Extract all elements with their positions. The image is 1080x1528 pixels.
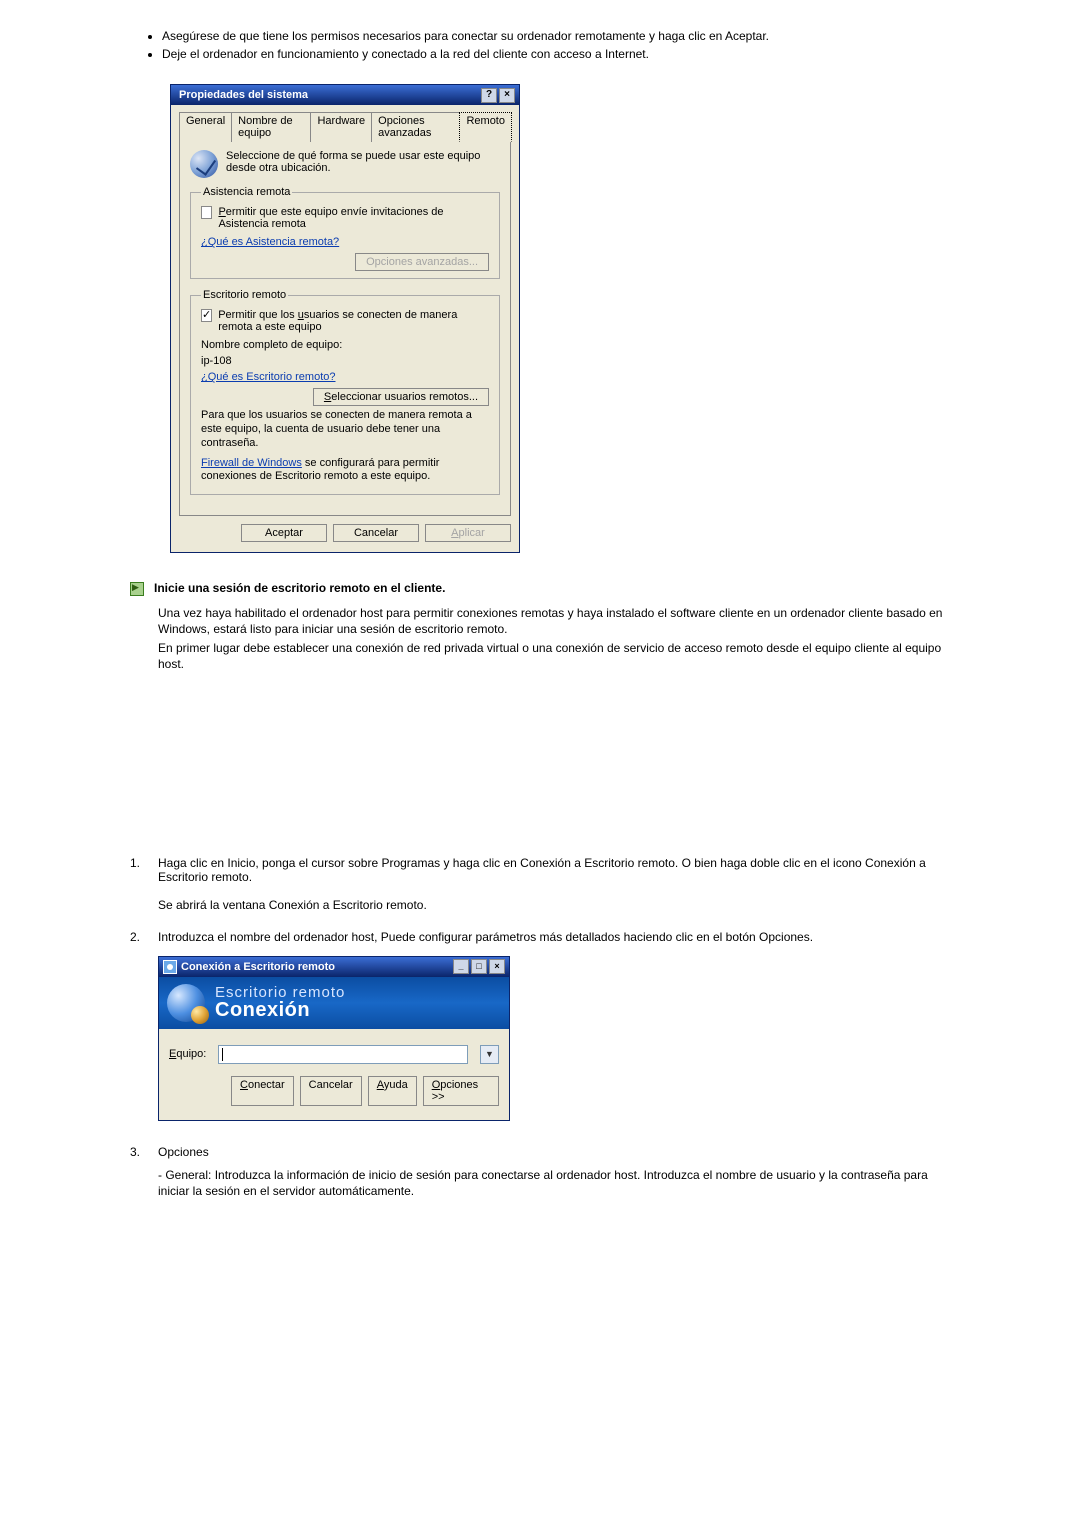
- remote-desktop-firewall-note: Firewall de Windows se configurará para …: [201, 457, 489, 485]
- rdp-banner-line1: Escritorio remoto: [215, 985, 345, 1001]
- section2-para1: Una vez haya habilitado el ordenador hos…: [158, 605, 950, 637]
- close-icon[interactable]: ×: [499, 88, 515, 103]
- sysprop-title: Propiedades del sistema: [175, 89, 479, 101]
- computer-field-label: Equipo:: [169, 1048, 206, 1060]
- rdp-banner: Escritorio remoto Conexión: [159, 977, 509, 1029]
- rdp-app-icon: [163, 960, 177, 974]
- tab-hardware[interactable]: Hardware: [310, 112, 372, 142]
- full-computer-name-value: ip-108: [201, 355, 489, 367]
- help-icon[interactable]: ?: [481, 88, 497, 103]
- remote-desktop-legend: Escritorio remoto: [201, 289, 288, 301]
- tab-remote[interactable]: Remoto: [459, 112, 512, 142]
- help-button[interactable]: Ayuda: [368, 1076, 417, 1106]
- intro-bullet-1: Asegúrese de que tiene los permisos nece…: [162, 28, 950, 44]
- remote-desktop-password-note: Para que los usuarios se conecten de man…: [201, 409, 489, 450]
- minimize-icon[interactable]: _: [453, 959, 469, 974]
- computer-field-dropdown-icon[interactable]: ▼: [480, 1045, 499, 1064]
- remote-assistance-group: Asistencia remota Permitir que este equi…: [190, 186, 500, 279]
- computer-field-input[interactable]: [218, 1045, 468, 1064]
- intro-bullet-2: Deje el ordenador en funcionamiento y co…: [162, 46, 950, 62]
- sysprop-tabs: General Nombre de equipo Hardware Opcion…: [179, 111, 511, 141]
- step-1-text-a: Haga clic en Inicio, ponga el cursor sob…: [158, 856, 950, 884]
- section2-para2: En primer lugar debe establecer una cone…: [158, 640, 950, 672]
- what-is-remote-assistance-link[interactable]: ¿Qué es Asistencia remota?: [201, 236, 339, 248]
- step-1-text-b: Se abrirá la ventana Conexión a Escritor…: [158, 898, 950, 912]
- apply-button: Aplicar: [425, 524, 511, 542]
- step-1-number: 1.: [130, 856, 158, 912]
- advanced-options-button: Opciones avanzadas...: [355, 253, 489, 271]
- tab-general[interactable]: General: [179, 112, 232, 142]
- rdp-title-text: Conexión a Escritorio remoto: [181, 961, 451, 973]
- step-1: 1. Haga clic en Inicio, ponga el cursor …: [130, 856, 950, 912]
- rdp-banner-line2: Conexión: [215, 1000, 345, 1021]
- maximize-icon[interactable]: □: [471, 959, 487, 974]
- intro-bullet-list: Asegúrese de que tiene los permisos nece…: [144, 28, 950, 62]
- remote-desktop-checkbox[interactable]: [201, 309, 212, 322]
- rdp-connection-window: Conexión a Escritorio remoto _ □ × Escri…: [158, 956, 510, 1121]
- tab-remote-panel: Seleccione de qué forma se puede usar es…: [179, 141, 511, 516]
- section-bullet-icon: [130, 582, 144, 596]
- remote-assistance-checkbox-label: Permitir que este equipo envíe invitacio…: [218, 206, 489, 230]
- step-3-text: Opciones: [158, 1145, 950, 1159]
- remote-intro-text: Seleccione de qué forma se puede usar es…: [226, 150, 500, 174]
- ok-button[interactable]: Aceptar: [241, 524, 327, 542]
- step-3-number: 3.: [130, 1145, 158, 1199]
- rdp-cancel-button[interactable]: Cancelar: [300, 1076, 362, 1106]
- select-remote-users-button[interactable]: Seleccionar usuarios remotos...: [313, 388, 489, 406]
- remote-overview-icon: [190, 150, 218, 178]
- options-button[interactable]: Opciones >>: [423, 1076, 499, 1106]
- start-rdp-session-heading: Inicie una sesión de escritorio remoto e…: [154, 581, 445, 595]
- remote-desktop-group: Escritorio remoto Permitir que los usuar…: [190, 289, 500, 495]
- step-2-text: Introduzca el nombre del ordenador host,…: [158, 930, 950, 944]
- sysprop-titlebar[interactable]: Propiedades del sistema ? ×: [171, 85, 519, 105]
- rdp-globe-icon: [167, 984, 205, 1022]
- what-is-remote-desktop-link[interactable]: ¿Qué es Escritorio remoto?: [201, 371, 336, 383]
- remote-assistance-checkbox[interactable]: [201, 206, 212, 219]
- remote-desktop-checkbox-label: Permitir que los usuarios se conecten de…: [218, 309, 489, 333]
- steps-list: 1. Haga clic en Inicio, ponga el cursor …: [130, 856, 950, 1199]
- connect-button[interactable]: Conectar: [231, 1076, 294, 1106]
- full-computer-name-label: Nombre completo de equipo:: [201, 339, 489, 351]
- windows-firewall-link[interactable]: Firewall de Windows: [201, 457, 302, 469]
- tab-advanced[interactable]: Opciones avanzadas: [371, 112, 460, 142]
- cancel-button[interactable]: Cancelar: [333, 524, 419, 542]
- step-3-sub: - General: Introduzca la información de …: [158, 1167, 950, 1199]
- remote-assistance-legend: Asistencia remota: [201, 186, 292, 198]
- close-icon[interactable]: ×: [489, 959, 505, 974]
- step-2-number: 2.: [130, 930, 158, 1121]
- rdp-titlebar[interactable]: Conexión a Escritorio remoto _ □ ×: [159, 957, 509, 977]
- system-properties-window: Propiedades del sistema ? × General Nomb…: [170, 84, 520, 553]
- tab-computer-name[interactable]: Nombre de equipo: [231, 112, 311, 142]
- step-3: 3. Opciones - General: Introduzca la inf…: [130, 1145, 950, 1199]
- step-2: 2. Introduzca el nombre del ordenador ho…: [130, 930, 950, 1121]
